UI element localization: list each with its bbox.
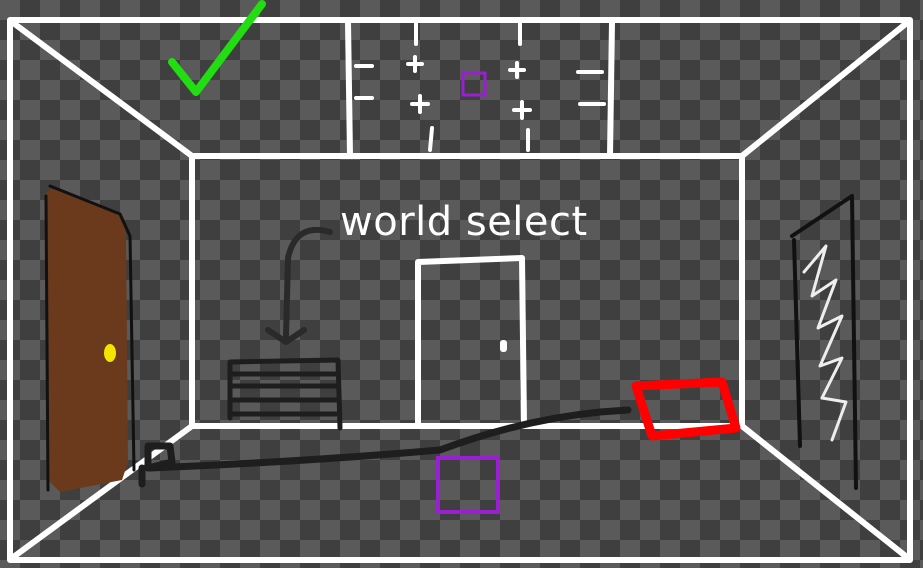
floor-cable [138,406,632,488]
world-select-shelf[interactable] [227,357,343,431]
zigzag-window [790,194,858,490]
brown-door[interactable] [44,184,136,492]
world-select-label: world select [340,199,588,245]
door-knob[interactable] [104,344,116,362]
ceiling-purple-marker[interactable] [461,71,487,97]
floor-purple-marker[interactable] [436,456,500,514]
back-door[interactable] [415,255,527,425]
back-door-handle [500,340,507,352]
game-room-scene [7,0,913,563]
down-arrow-icon [265,226,333,345]
ceiling-light-marks [354,20,606,152]
